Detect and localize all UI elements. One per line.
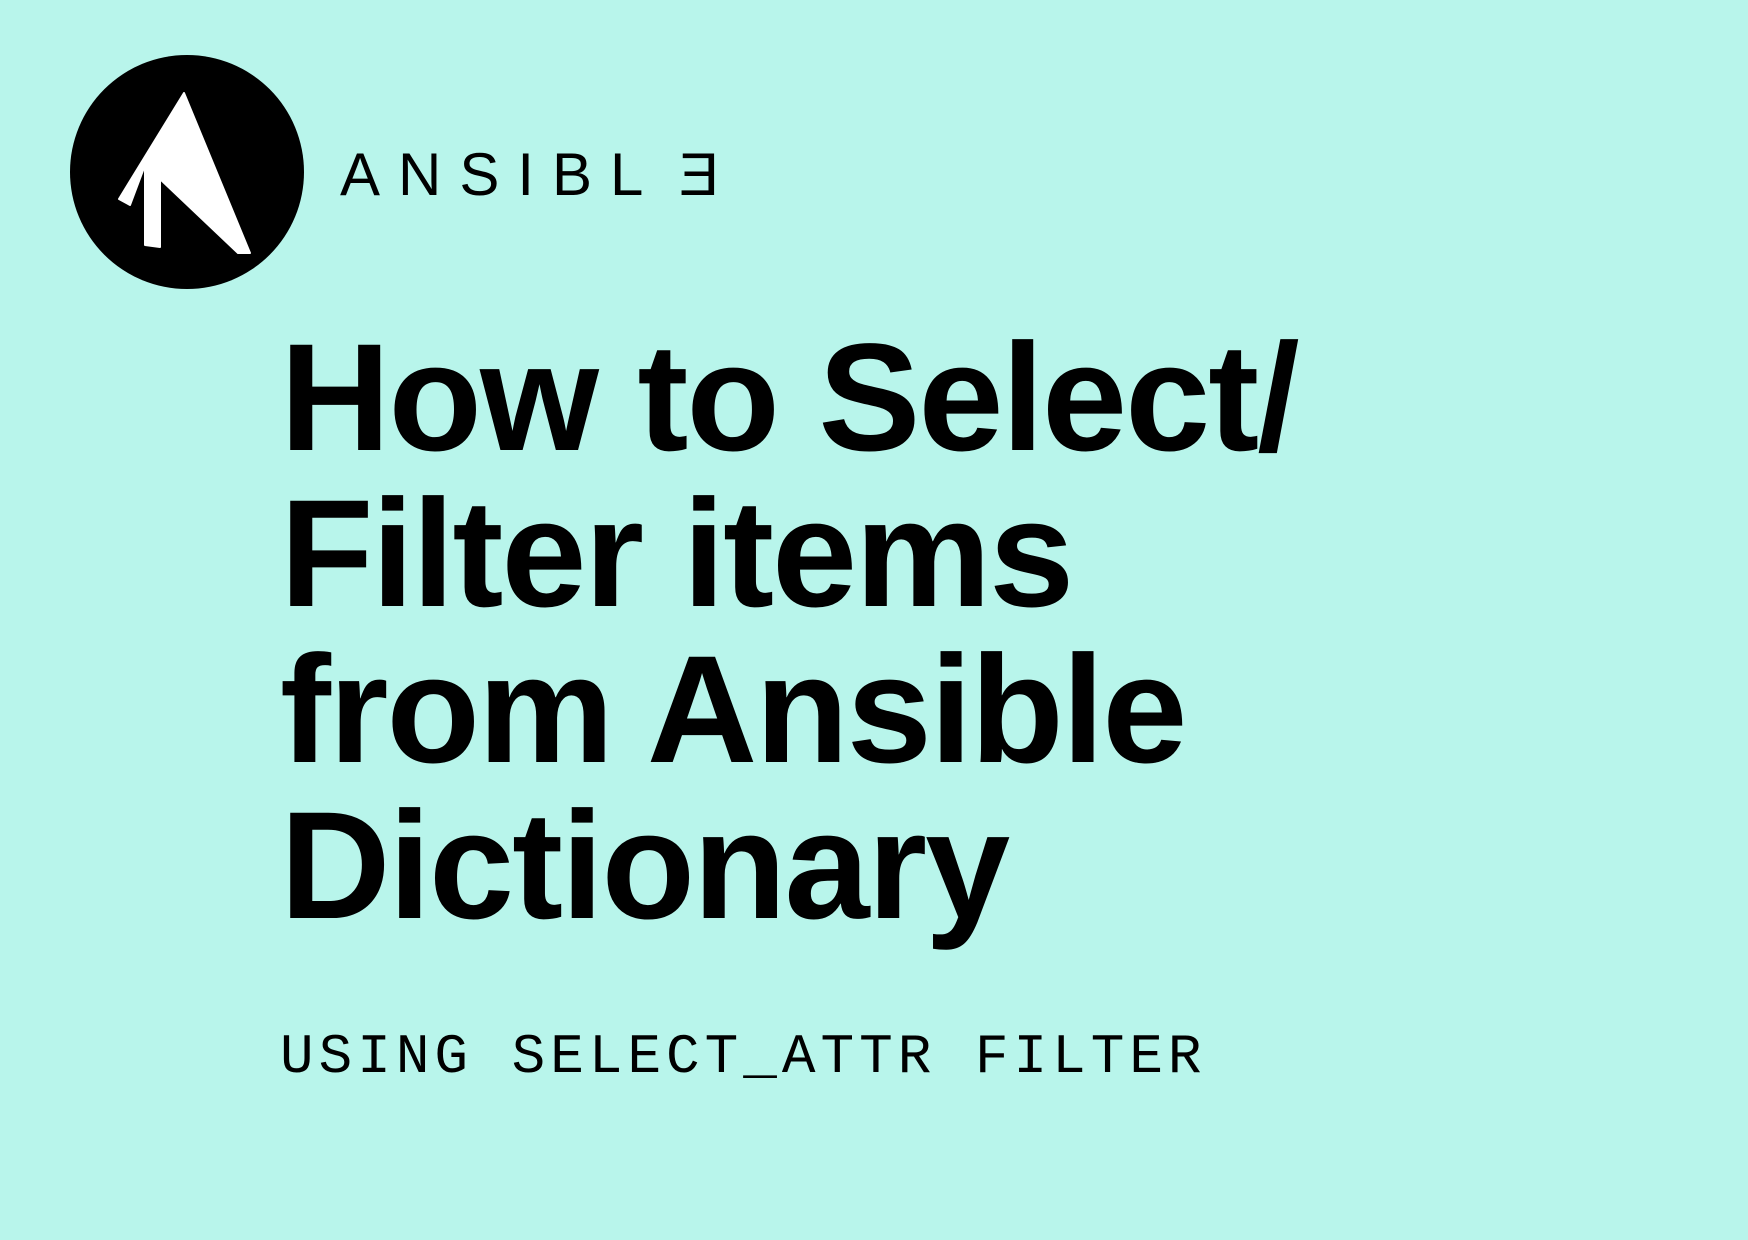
- brand-text-mirrored-e: E: [661, 140, 719, 209]
- ansible-logo-icon: [112, 87, 262, 257]
- title-line-4: Dictionary: [280, 780, 1008, 951]
- page-title: How to Select/ Filter items from Ansible…: [280, 320, 1298, 944]
- brand-text: ANSIBL: [340, 141, 661, 208]
- title-line-1: How to Select/: [280, 312, 1298, 483]
- brand-name: ANSIBLE: [340, 140, 719, 209]
- title-line-3: from Ansible: [280, 624, 1185, 795]
- title-line-2: Filter items: [280, 468, 1072, 639]
- page-subtitle: USING SELECT_ATTR FILTER: [280, 1025, 1207, 1089]
- ansible-logo: [70, 55, 304, 289]
